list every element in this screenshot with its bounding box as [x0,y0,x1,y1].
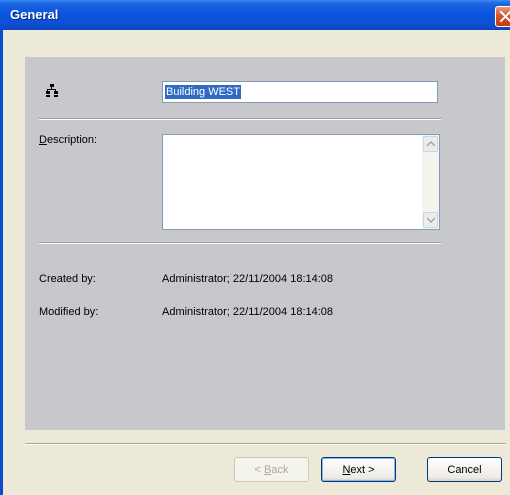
created-by-value: Administrator; 22/11/2004 18:14:08 [162,273,334,285]
name-input[interactable]: Building WEST [162,81,438,103]
next-button-rest: ext > [350,463,375,476]
description-scrollbar[interactable] [422,135,439,229]
window-left-border [0,30,3,495]
title-bar[interactable]: General [0,0,510,30]
modified-by-label: Modified by: [39,306,99,318]
back-button-prefix: < [254,463,264,476]
back-button[interactable]: < Back [234,457,309,482]
separator-top [39,118,441,120]
back-button-accel: B [264,463,272,476]
scroll-up-arrow-icon [427,141,435,147]
footer-separator [25,443,506,445]
back-button-rest: ack [271,463,289,476]
close-button[interactable] [495,6,510,27]
cancel-button[interactable]: Cancel [427,457,502,482]
next-button-accel: N [342,463,351,476]
network-tree-icon [46,84,58,97]
description-textarea[interactable] [162,134,440,230]
next-button[interactable]: Next > [321,457,396,482]
modified-by-value: Administrator; 22/11/2004 18:14:08 [162,306,334,318]
wizard-window: General Building WEST Description: Creat… [0,0,510,495]
close-icon [499,10,510,23]
description-label-rest: escription: [46,134,98,146]
name-input-value: Building WEST [165,85,241,99]
separator-middle [39,242,441,244]
description-label: Description: [39,134,97,146]
window-title: General [10,7,59,22]
scroll-down-arrow-icon [427,217,435,223]
scroll-up-button[interactable] [423,136,438,152]
scroll-down-button[interactable] [423,212,438,228]
description-label-accel: D [39,134,47,146]
created-by-label: Created by: [39,273,96,285]
